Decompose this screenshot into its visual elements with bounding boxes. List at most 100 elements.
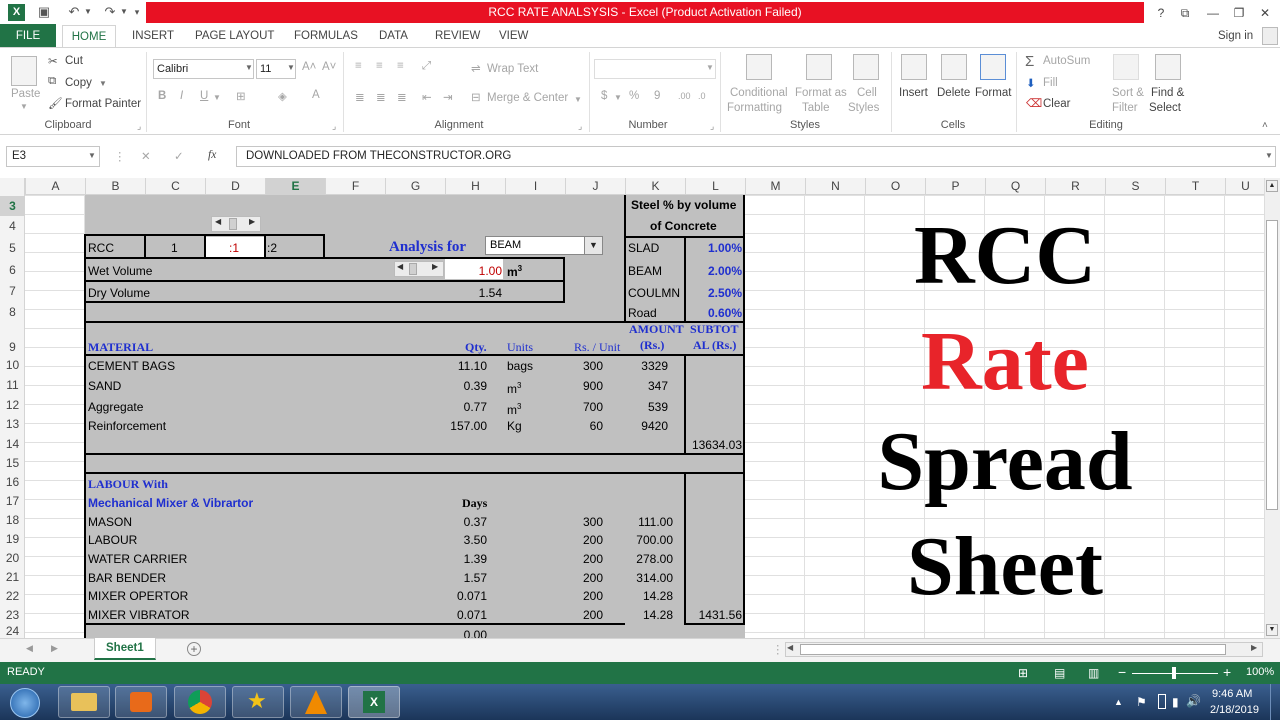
clear-button[interactable]: Clear xyxy=(1043,98,1070,110)
select-all-corner[interactable] xyxy=(0,178,25,195)
sort-filter-button-line2[interactable]: Filter xyxy=(1112,102,1138,114)
labour-rate[interactable]: 200 xyxy=(565,531,603,549)
scroll-up-icon[interactable]: ▲ xyxy=(1266,180,1278,192)
align-right-icon[interactable]: ≣ xyxy=(397,90,407,104)
fill-color-icon[interactable]: ◈ xyxy=(278,89,287,103)
sign-in-link[interactable]: Sign in xyxy=(1210,25,1261,47)
ratio-sand[interactable]: :1 xyxy=(229,239,239,257)
minimize-button[interactable]: — xyxy=(1202,4,1224,22)
alignment-launcher-icon[interactable]: ⌟ xyxy=(578,121,582,132)
find-select-button[interactable]: Find & xyxy=(1151,87,1184,99)
font-color-icon[interactable]: A xyxy=(312,89,320,101)
row-header-7[interactable]: 7 xyxy=(0,281,25,302)
name-box[interactable]: E3 xyxy=(6,146,100,167)
tab-split-grip-icon[interactable]: ⋮ xyxy=(772,642,784,656)
comma-button[interactable]: 9 xyxy=(654,90,660,102)
row-header-24[interactable]: 24 xyxy=(0,625,25,638)
help-button[interactable]: ? xyxy=(1150,4,1172,22)
row-header-9[interactable]: 9 xyxy=(0,322,25,356)
row-header-19[interactable]: 19 xyxy=(0,530,25,549)
paste-dropdown-icon[interactable]: ▼ xyxy=(20,102,28,111)
increase-indent-icon[interactable]: ⇥ xyxy=(443,90,453,104)
format-as-table-button-line2[interactable]: Table xyxy=(802,102,830,114)
underline-dropdown-icon[interactable]: ▼ xyxy=(213,93,221,102)
column-header-n[interactable]: N xyxy=(805,178,865,195)
tab-page-layout[interactable]: PAGE LAYOUT xyxy=(187,25,282,47)
tab-insert[interactable]: INSERT xyxy=(124,25,182,47)
page-break-view-icon[interactable]: ▥ xyxy=(1088,666,1099,680)
zoom-out-icon[interactable]: − xyxy=(1118,664,1126,680)
material-rate[interactable]: 300 xyxy=(565,357,603,375)
column-header-o[interactable]: O xyxy=(865,178,925,195)
row-header-13[interactable]: 13 xyxy=(0,415,25,434)
column-header-a[interactable]: A xyxy=(25,178,85,195)
scroll-left-h-icon[interactable]: ◀ xyxy=(787,643,793,652)
column-header-p[interactable]: P xyxy=(925,178,985,195)
formula-input[interactable]: DOWNLOADED FROM THECONSTRUCTOR.ORG xyxy=(236,146,1276,167)
conditional-formatting-button[interactable]: Conditional xyxy=(730,87,788,99)
row-header-18[interactable]: 18 xyxy=(0,511,25,530)
row-header-5[interactable]: 5 xyxy=(0,237,25,259)
vertical-scroll-thumb[interactable] xyxy=(1266,220,1278,510)
format-painter-icon[interactable]: 🖌 xyxy=(48,96,63,110)
cancel-entry-icon[interactable]: ✕ xyxy=(141,149,151,163)
page-layout-view-icon[interactable]: ▤ xyxy=(1054,666,1065,680)
tab-formulas[interactable]: FORMULAS xyxy=(286,25,366,47)
format-as-table-button[interactable]: Format as xyxy=(795,87,847,99)
ratio-cement[interactable]: 1 xyxy=(171,239,178,257)
font-name-select[interactable]: Calibri xyxy=(153,59,254,79)
align-middle-icon[interactable]: ≡ xyxy=(376,60,383,72)
currency-button[interactable]: $ xyxy=(601,90,607,102)
row-header-10[interactable]: 10 xyxy=(0,356,25,375)
zoom-slider-thumb[interactable] xyxy=(1172,667,1176,679)
row-header-23[interactable]: 23 xyxy=(0,606,25,625)
undo-dropdown-icon[interactable]: ▼ xyxy=(82,3,94,21)
borders-icon[interactable]: ⊞ xyxy=(236,89,246,103)
row-header-21[interactable]: 21 xyxy=(0,568,25,587)
align-top-icon[interactable]: ≡ xyxy=(355,60,362,72)
sheet-tab-label[interactable]: Sheet1 xyxy=(106,642,144,654)
prev-sheet-icon[interactable]: ◀ xyxy=(26,643,33,654)
clear-icon[interactable]: ⌫ xyxy=(1026,96,1042,110)
scroll-right-icon[interactable]: ▶ xyxy=(249,217,255,226)
tab-file[interactable]: FILE xyxy=(0,24,56,48)
sort-filter-icon[interactable] xyxy=(1113,54,1139,80)
ribbon-display-icon[interactable]: ⧉ xyxy=(1174,4,1196,22)
collapse-ribbon-icon[interactable]: ˄ xyxy=(1262,120,1268,131)
autosum-icon[interactable]: Σ xyxy=(1025,53,1034,70)
column-header-q[interactable]: Q xyxy=(985,178,1045,195)
grow-font-icon[interactable]: A˄ xyxy=(302,61,316,73)
number-format-select[interactable] xyxy=(594,59,716,79)
restore-button[interactable]: ❐ xyxy=(1228,4,1250,22)
column-header-b[interactable]: B xyxy=(85,178,145,195)
column-header-k[interactable]: K xyxy=(625,178,685,195)
shrink-font-icon[interactable]: A˅ xyxy=(322,61,336,73)
insert-function-icon[interactable]: fx xyxy=(208,149,216,161)
element-select-value[interactable]: BEAM xyxy=(490,236,521,254)
cut-button[interactable]: Cut xyxy=(65,55,83,67)
close-button[interactable]: ✕ xyxy=(1254,4,1276,22)
material-rate[interactable]: 700 xyxy=(565,398,603,416)
column-header-m[interactable]: M xyxy=(745,178,805,195)
row-header-8[interactable]: 8 xyxy=(0,302,25,322)
tab-home[interactable]: HOME xyxy=(62,25,116,47)
copy-dropdown-icon[interactable]: ▼ xyxy=(99,79,107,88)
ratio-aggregate[interactable]: :2 xyxy=(267,239,277,257)
copy-icon[interactable]: ⧉ xyxy=(48,75,56,88)
align-left-icon[interactable]: ≣ xyxy=(355,90,365,104)
expand-formula-icon[interactable]: ▼ xyxy=(1265,151,1273,160)
column-header-t[interactable]: T xyxy=(1165,178,1225,195)
zoom-level[interactable]: 100% xyxy=(1246,666,1274,678)
column-header-r[interactable]: R xyxy=(1045,178,1105,195)
font-launcher-icon[interactable]: ⌟ xyxy=(332,121,336,132)
conditional-formatting-button-line2[interactable]: Formatting xyxy=(727,102,782,114)
steel-percent[interactable]: 2.50% xyxy=(686,284,742,302)
labour-rate[interactable]: 200 xyxy=(565,569,603,587)
currency-dropdown-icon[interactable]: ▼ xyxy=(614,93,622,102)
row-header-12[interactable]: 12 xyxy=(0,395,25,415)
tray-flag-icon[interactable]: ⚑ xyxy=(1136,695,1147,709)
row-header-14[interactable]: 14 xyxy=(0,434,25,454)
new-sheet-icon[interactable]: + xyxy=(187,642,201,656)
scroll-left-icon[interactable]: ◀ xyxy=(397,262,403,271)
normal-view-icon[interactable]: ⊞ xyxy=(1018,666,1028,680)
